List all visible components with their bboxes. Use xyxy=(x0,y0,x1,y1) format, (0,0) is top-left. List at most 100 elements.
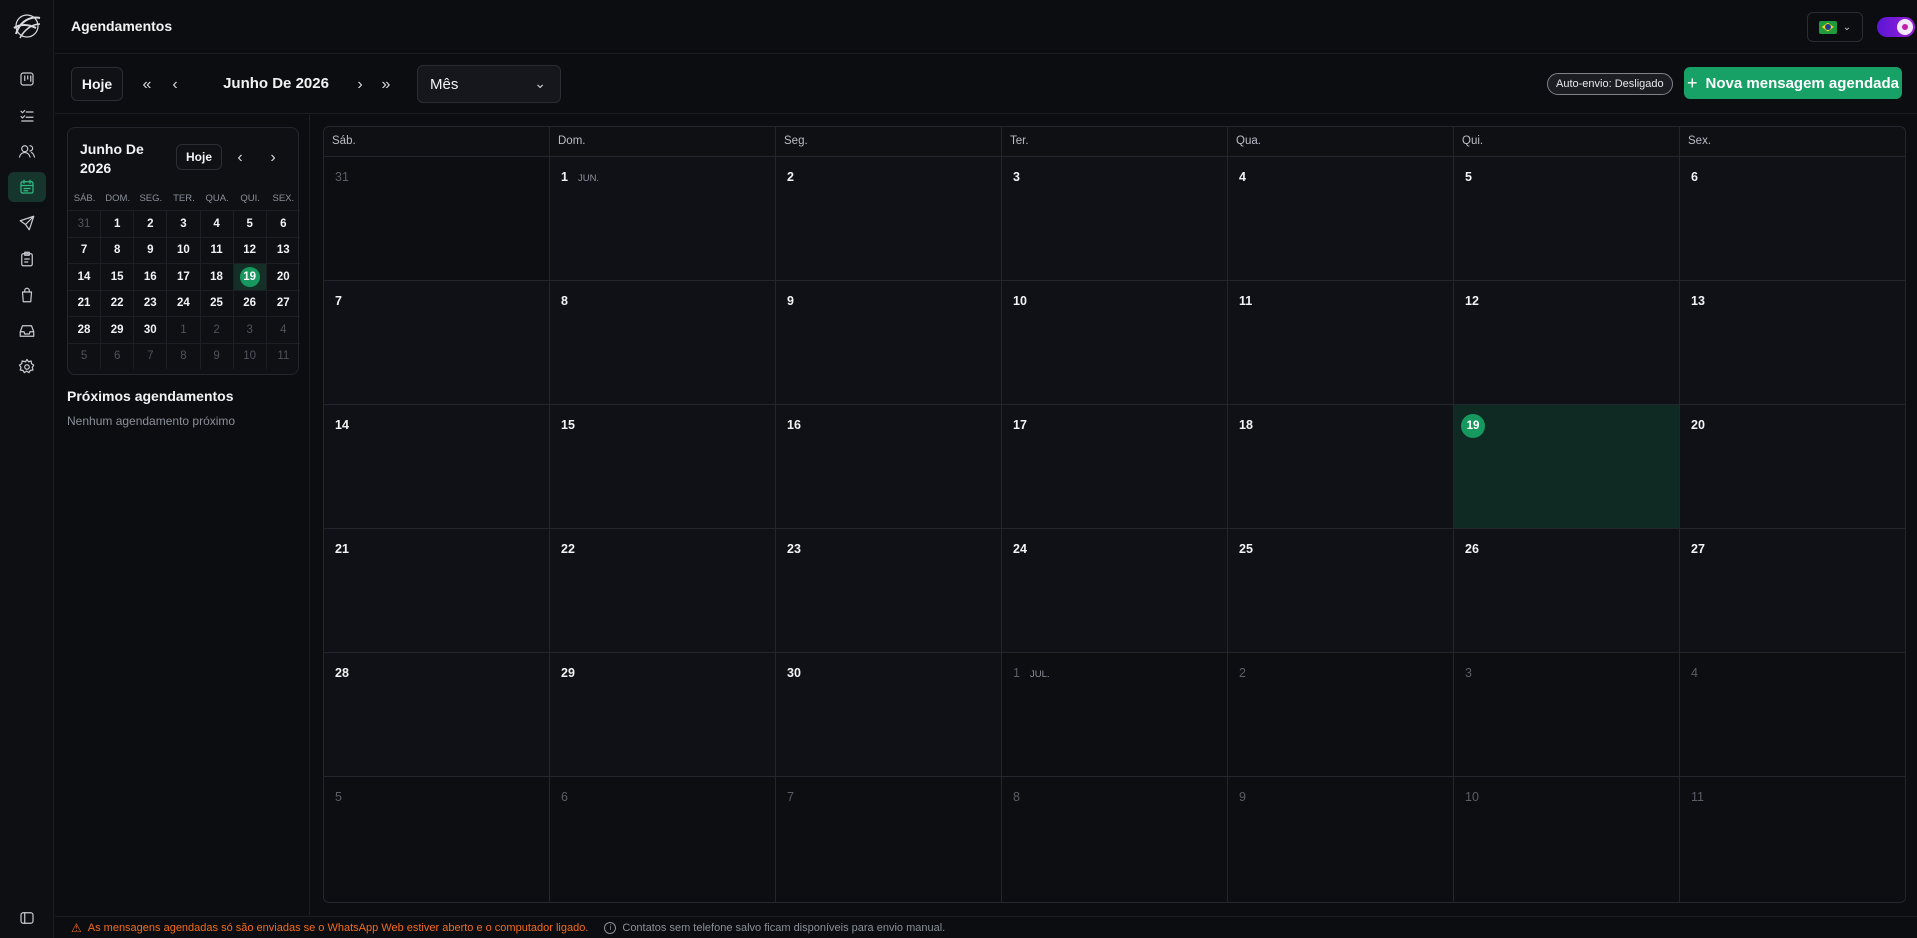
mini-day-cell[interactable]: 31 xyxy=(68,211,102,237)
mini-day-cell[interactable]: 5 xyxy=(234,211,267,237)
mini-next-icon[interactable]: › xyxy=(261,146,285,170)
mini-day-cell[interactable]: 1 xyxy=(101,211,135,237)
calendar-day-cell[interactable]: 26 xyxy=(1454,529,1680,652)
calendar-day-cell[interactable]: 17 xyxy=(1002,405,1228,528)
nav-sidebar-toggle[interactable] xyxy=(8,903,46,933)
calendar-day-cell[interactable]: 10 xyxy=(1002,281,1228,404)
mini-day-cell[interactable]: 4 xyxy=(201,211,234,237)
mini-day-cell[interactable]: 30 xyxy=(134,317,168,343)
mini-day-cell[interactable]: 29 xyxy=(101,317,135,343)
mini-prev-icon[interactable]: ‹ xyxy=(228,146,252,170)
nav-tasks[interactable] xyxy=(8,100,46,130)
today-button[interactable]: Hoje xyxy=(71,67,123,101)
mini-day-cell[interactable]: 16 xyxy=(134,264,168,290)
calendar-day-cell[interactable]: 4 xyxy=(1680,653,1905,776)
mini-day-cell[interactable]: 21 xyxy=(68,290,102,316)
calendar-day-cell[interactable]: 2 xyxy=(776,157,1002,280)
mini-day-cell[interactable]: 6 xyxy=(267,211,300,237)
calendar-day-cell[interactable]: 11 xyxy=(1680,777,1905,902)
mini-day-cell[interactable]: 7 xyxy=(68,237,102,263)
calendar-day-cell[interactable]: 22 xyxy=(550,529,776,652)
nav-settings[interactable] xyxy=(8,352,46,382)
mini-day-cell[interactable]: 3 xyxy=(167,211,201,237)
calendar-day-cell[interactable]: 8 xyxy=(1002,777,1228,902)
next-year-icon[interactable]: » xyxy=(374,73,398,97)
calendar-day-cell[interactable]: 1 JUL. xyxy=(1002,653,1228,776)
mini-day-cell[interactable]: 17 xyxy=(167,264,201,290)
calendar-day-cell[interactable]: 21 xyxy=(324,529,550,652)
calendar-day-cell[interactable]: 9 xyxy=(1228,777,1454,902)
calendar-day-cell[interactable]: 20 xyxy=(1680,405,1905,528)
mini-day-cell[interactable]: 20 xyxy=(267,264,300,290)
mini-day-cell[interactable]: 9 xyxy=(134,237,168,263)
mini-day-cell[interactable]: 7 xyxy=(134,343,168,369)
next-month-icon[interactable]: › xyxy=(348,73,372,97)
nav-calendar[interactable] xyxy=(8,172,46,202)
mini-day-cell[interactable]: 23 xyxy=(134,290,168,316)
nav-inbox[interactable] xyxy=(8,316,46,346)
mini-day-cell[interactable]: 8 xyxy=(101,237,135,263)
calendar-day-cell[interactable]: 9 xyxy=(776,281,1002,404)
calendar-day-cell[interactable]: 8 xyxy=(550,281,776,404)
calendar-day-cell[interactable]: 7 xyxy=(324,281,550,404)
calendar-day-cell[interactable]: 12 xyxy=(1454,281,1680,404)
mini-day-cell[interactable]: 10 xyxy=(167,237,201,263)
mini-day-cell[interactable]: 5 xyxy=(68,343,102,369)
auto-send-badge[interactable]: Auto-envio: Desligado xyxy=(1547,73,1673,95)
calendar-day-cell[interactable]: 2 xyxy=(1228,653,1454,776)
mini-day-cell[interactable]: 18 xyxy=(201,264,234,290)
calendar-day-cell[interactable]: 10 xyxy=(1454,777,1680,902)
mini-day-cell[interactable]: 9 xyxy=(201,343,234,369)
mini-day-cell[interactable]: 27 xyxy=(267,291,300,317)
mini-day-cell[interactable]: 8 xyxy=(167,343,201,369)
nav-contacts[interactable] xyxy=(8,136,46,166)
view-select[interactable]: Mês ⌄ xyxy=(417,65,561,103)
calendar-day-cell[interactable]: 23 xyxy=(776,529,1002,652)
mini-day-cell[interactable]: 19 xyxy=(233,264,267,290)
calendar-day-cell[interactable]: 6 xyxy=(1680,157,1905,280)
calendar-day-cell[interactable]: 25 xyxy=(1228,529,1454,652)
calendar-day-cell[interactable]: 1 JUN. xyxy=(550,157,776,280)
mini-day-cell[interactable]: 12 xyxy=(234,237,267,263)
calendar-day-cell[interactable]: 31 xyxy=(324,157,550,280)
nav-clipboard[interactable] xyxy=(8,244,46,274)
calendar-day-cell[interactable]: 28 xyxy=(324,653,550,776)
language-select[interactable]: ⌄ xyxy=(1807,12,1863,42)
mini-day-cell[interactable]: 15 xyxy=(101,264,135,290)
calendar-day-cell[interactable]: 19 xyxy=(1454,405,1680,528)
mini-day-cell[interactable]: 26 xyxy=(234,290,267,316)
calendar-day-cell[interactable]: 11 xyxy=(1228,281,1454,404)
mini-day-cell[interactable]: 25 xyxy=(201,290,234,316)
calendar-day-cell[interactable]: 16 xyxy=(776,405,1002,528)
calendar-day-cell[interactable]: 5 xyxy=(1454,157,1680,280)
calendar-day-cell[interactable]: 5 xyxy=(324,777,550,902)
mini-day-cell[interactable]: 24 xyxy=(167,290,201,316)
calendar-day-cell[interactable]: 30 xyxy=(776,653,1002,776)
theme-toggle[interactable] xyxy=(1877,17,1915,37)
mini-day-cell[interactable]: 14 xyxy=(68,264,102,290)
calendar-day-cell[interactable]: 3 xyxy=(1454,653,1680,776)
nav-board[interactable] xyxy=(8,64,46,94)
mini-day-cell[interactable]: 2 xyxy=(201,317,234,343)
mini-day-cell[interactable]: 10 xyxy=(234,343,267,369)
mini-day-cell[interactable]: 6 xyxy=(101,343,135,369)
mini-day-cell[interactable]: 3 xyxy=(234,317,267,343)
mini-day-cell[interactable]: 11 xyxy=(201,237,234,263)
calendar-day-cell[interactable]: 27 xyxy=(1680,529,1905,652)
mini-day-cell[interactable]: 1 xyxy=(167,317,201,343)
nav-send[interactable] xyxy=(8,208,46,238)
calendar-day-cell[interactable]: 13 xyxy=(1680,281,1905,404)
calendar-day-cell[interactable]: 18 xyxy=(1228,405,1454,528)
calendar-day-cell[interactable]: 7 xyxy=(776,777,1002,902)
new-scheduled-message-button[interactable]: + Nova mensagem agendada xyxy=(1684,67,1902,99)
calendar-day-cell[interactable]: 14 xyxy=(324,405,550,528)
calendar-day-cell[interactable]: 24 xyxy=(1002,529,1228,652)
mini-day-cell[interactable]: 4 xyxy=(267,317,300,343)
mini-day-cell[interactable]: 28 xyxy=(68,317,102,343)
prev-month-icon[interactable]: ‹ xyxy=(163,73,187,97)
calendar-day-cell[interactable]: 15 xyxy=(550,405,776,528)
nav-bag[interactable] xyxy=(8,280,46,310)
prev-year-icon[interactable]: « xyxy=(135,73,159,97)
calendar-day-cell[interactable]: 29 xyxy=(550,653,776,776)
mini-day-cell[interactable]: 2 xyxy=(134,211,168,237)
